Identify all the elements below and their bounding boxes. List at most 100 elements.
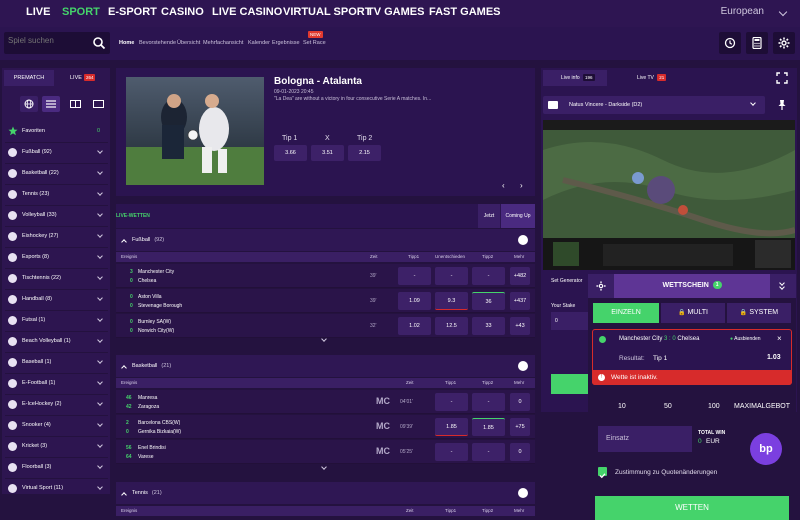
odd-tip2[interactable]: 33: [472, 317, 505, 335]
nav-casino[interactable]: CASINO: [161, 6, 204, 18]
tab-system[interactable]: 🔒 SYSTEM: [727, 303, 791, 323]
odd-tip1[interactable]: 1.85: [435, 418, 468, 436]
match-center-icon[interactable]: MC: [376, 446, 390, 456]
sidebar-item-sport[interactable]: Tennis (23): [5, 184, 108, 203]
quick-stake-100[interactable]: 100: [708, 403, 720, 410]
view-single-button[interactable]: [89, 96, 107, 112]
tab-single[interactable]: EINZELN: [593, 303, 659, 323]
tab-live-info[interactable]: Live info 196: [543, 70, 607, 86]
tab-multi[interactable]: 🔒 MULTI: [661, 303, 725, 323]
sidebar-item-sport[interactable]: Fußball (92): [5, 142, 108, 161]
table-row[interactable]: 0 Aston Villa 0 Stevenage Borough 39' 1.09 9.3…: [116, 289, 535, 313]
nav-esport[interactable]: E-SPORT: [108, 6, 157, 18]
sidebar-item-sport[interactable]: Tischtennis (22): [5, 268, 108, 287]
section-football-header[interactable]: Fußball (92): [116, 229, 535, 251]
sidebar-item-sport[interactable]: Eishockey (27): [5, 226, 108, 245]
odd-tip2[interactable]: -: [472, 393, 505, 411]
tab-live-tv[interactable]: Live TV 21: [609, 70, 673, 86]
sidebar-item-sport[interactable]: Floorball (3): [5, 457, 108, 476]
search-input[interactable]: [8, 36, 88, 45]
place-bet-button[interactable]: WETTEN: [595, 496, 789, 520]
view-split-button[interactable]: [66, 96, 84, 112]
more-markets[interactable]: +437: [510, 292, 530, 310]
more-markets[interactable]: 0: [510, 443, 530, 461]
sidebar-item-favorites[interactable]: Favoriten 0: [5, 121, 108, 140]
match-center-icon[interactable]: MC: [376, 396, 390, 406]
sidebar-item-sport[interactable]: E-IceHockey (2): [5, 394, 108, 413]
tab-live[interactable]: LIVE 264: [56, 70, 106, 86]
odd-draw[interactable]: 9.3: [435, 292, 468, 310]
sidebar-item-sport[interactable]: Volleyball (33): [5, 205, 108, 224]
stream-select[interactable]: Natus Vincere - Darkside (D2): [543, 96, 765, 114]
sidebar-item-sport[interactable]: Futsal (1): [5, 310, 108, 329]
collapse-betslip-button[interactable]: [770, 274, 796, 298]
sidebar-item-sport[interactable]: Basketball (22): [5, 163, 108, 182]
odd-tip2[interactable]: -: [472, 443, 505, 461]
section-basketball-header[interactable]: Basketball (21): [116, 355, 535, 377]
sidebar-item-sport[interactable]: E-Football (1): [5, 373, 108, 392]
betslip-header[interactable]: WETTSCHEIN 1: [614, 274, 770, 298]
tab-now[interactable]: Jetzt: [478, 204, 500, 228]
stake-amount-input[interactable]: Einsatz: [598, 426, 692, 452]
odd-tip1[interactable]: -: [398, 267, 431, 285]
sublink-set-race[interactable]: Set Race: [303, 40, 326, 46]
sidebar-item-sport[interactable]: Virtual Sport (11): [5, 478, 108, 497]
calculator-button[interactable]: [746, 32, 768, 54]
betslip-settings-button[interactable]: [588, 274, 614, 298]
more-markets[interactable]: 0: [510, 393, 530, 411]
view-globe-button[interactable]: [20, 96, 38, 112]
expand-basketball-icon[interactable]: [321, 464, 327, 470]
featured-match-image[interactable]: [126, 77, 264, 185]
more-markets[interactable]: +43: [510, 317, 530, 335]
odd-tip1[interactable]: -: [435, 443, 468, 461]
chat-support-button[interactable]: bp: [750, 433, 782, 465]
pin-icon[interactable]: [776, 99, 788, 111]
sidebar-item-sport[interactable]: Handball (8): [5, 289, 108, 308]
sidebar-item-sport[interactable]: Esports (8): [5, 247, 108, 266]
odd-tip2[interactable]: 36: [472, 292, 505, 310]
sidebar-item-sport[interactable]: Beach Volleyball (1): [5, 331, 108, 350]
nav-live[interactable]: LIVE: [26, 6, 50, 18]
history-button[interactable]: [719, 32, 741, 54]
fullscreen-icon[interactable]: [776, 72, 788, 84]
stake-input[interactable]: 0: [551, 312, 589, 330]
prev-arrow-icon[interactable]: ‹: [502, 181, 505, 190]
more-markets[interactable]: +75: [510, 418, 530, 436]
quick-stake-10[interactable]: 10: [618, 403, 626, 410]
sublink-home[interactable]: Home: [119, 40, 134, 46]
odd-tip1[interactable]: -: [435, 393, 468, 411]
table-row[interactable]: 56 Enel Brindisi 64 Varese MC 05'25' - -0: [116, 440, 535, 464]
table-row[interactable]: 0 Burnley SA(W) 0 Norwich City(W) 32' 1.02 12.…: [116, 314, 535, 338]
search-icon[interactable]: [92, 36, 106, 50]
section-tennis-header[interactable]: Tennis (21): [116, 482, 535, 504]
odd-button-tip2[interactable]: 2.15: [348, 145, 381, 161]
chevron-down-icon[interactable]: [778, 7, 788, 17]
quick-stake-50[interactable]: 50: [664, 403, 672, 410]
sublink-calendar[interactable]: Kalender: [248, 40, 270, 46]
odd-tip1[interactable]: 1.02: [398, 317, 431, 335]
sublink-upcoming[interactable]: Bevorstehende: [139, 40, 176, 46]
odd-tip2[interactable]: 1.85: [472, 418, 505, 436]
tab-coming-up[interactable]: Coming Up: [501, 204, 535, 228]
accept-odds-checkbox[interactable]: [598, 467, 607, 479]
nav-tv-games[interactable]: TV GAMES: [367, 6, 424, 18]
nav-live-casino[interactable]: LIVE CASINO: [212, 6, 282, 18]
sublink-multiview[interactable]: Mehrfachansicht: [203, 40, 243, 46]
sublink-results[interactable]: Ergebnisse: [272, 40, 300, 46]
table-row[interactable]: 2 Barcelona CBS(W) 0 Gernika Bizkaia(W) MC 09…: [116, 415, 535, 439]
sidebar-item-sport[interactable]: Snooker (4): [5, 415, 108, 434]
view-list-button[interactable]: [42, 96, 60, 112]
sidebar-item-sport[interactable]: Kricket (3): [5, 436, 108, 455]
language-select[interactable]: European: [721, 6, 764, 17]
table-row[interactable]: 46 Manresa 42 Zaragoza MC 04'01' - -0: [116, 390, 535, 414]
more-markets[interactable]: +482: [510, 267, 530, 285]
nav-fast-games[interactable]: FAST GAMES: [429, 6, 501, 18]
odd-button-tip1[interactable]: 3.66: [274, 145, 307, 161]
live-stream-video[interactable]: [543, 120, 795, 270]
odd-tip2[interactable]: -: [472, 267, 505, 285]
search-box[interactable]: [4, 32, 110, 54]
odd-tip1[interactable]: 1.09: [398, 292, 431, 310]
settings-button[interactable]: [773, 32, 795, 54]
next-arrow-icon[interactable]: ›: [520, 181, 523, 190]
sidebar-item-sport[interactable]: Baseball (1): [5, 352, 108, 371]
